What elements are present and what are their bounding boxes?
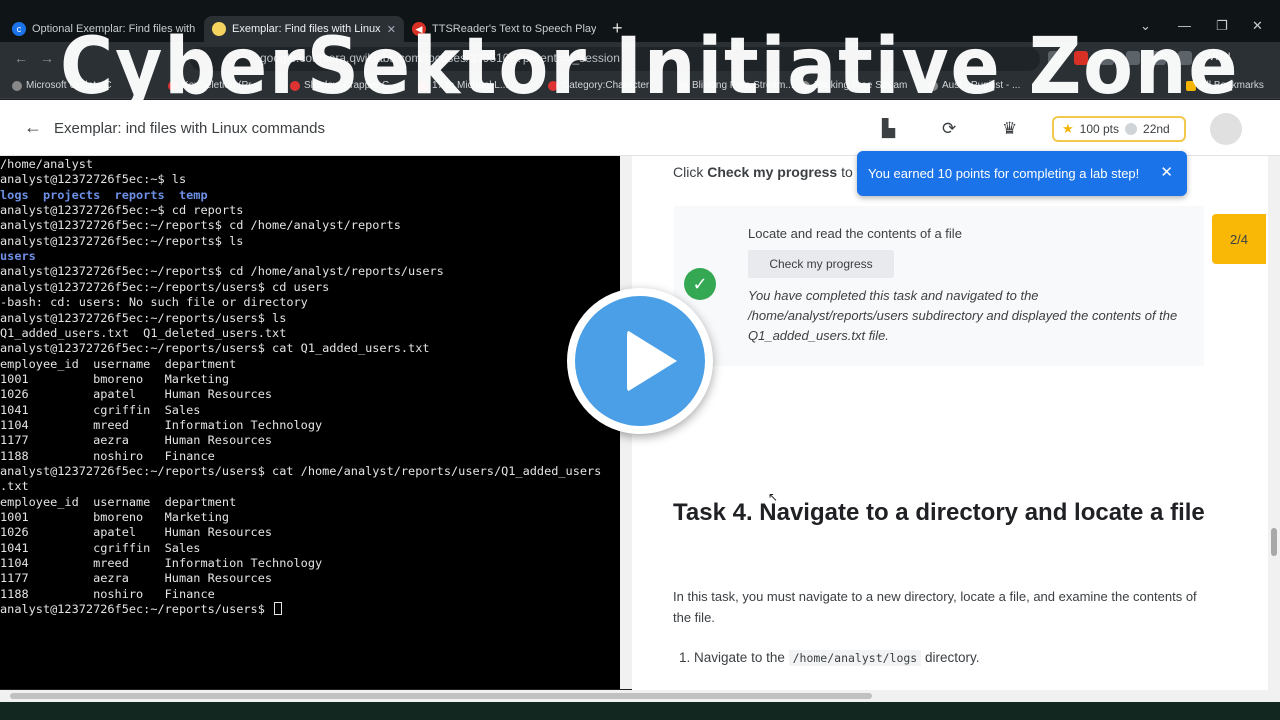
terminal-line: -bash: cd: users: No such file or direct… (0, 295, 308, 310)
close-icon[interactable]: ✕ (1160, 163, 1173, 181)
terminal-line: analyst@12372726f5ec:~/reports$ ls (0, 233, 244, 248)
points-badge[interactable]: ★ 100 pts 22nd (1052, 116, 1186, 142)
back-arrow-icon[interactable]: ← (24, 117, 42, 138)
star-icon: ★ (1062, 121, 1074, 136)
terminal-line: 1104 mreed Information Technology (0, 417, 323, 432)
terminal-line: analyst@12372726f5ec:~/reports/users$ (0, 602, 283, 617)
terminal-line: employee_id username department (0, 494, 237, 509)
scrollbar-thumb[interactable] (10, 693, 872, 699)
task-heading: Task 4. Navigate to a directory and loca… (673, 499, 1205, 526)
progress-card: ✓ Locate and read the contents of a file… (674, 206, 1204, 366)
coursera-icon: c (12, 22, 26, 36)
terminal-line: .txt (0, 479, 29, 494)
list-item: 1. Navigate to the /home/analyst/logs di… (679, 650, 980, 666)
rank-value: 22nd (1143, 122, 1170, 136)
overlay-watermark-title: CyberSektor Initiative Zone (60, 22, 1240, 112)
video-background-strip (0, 702, 1280, 720)
points-value: 100 pts (1079, 122, 1120, 136)
terminal-line: 1041 cgriffin Sales (0, 540, 201, 555)
terminal-line: 1001 bmoreno Marketing (0, 510, 230, 525)
avatar[interactable] (1210, 113, 1242, 145)
card-title: Locate and read the contents of a file (748, 226, 962, 241)
terminal-line: 1026 apatel Human Resources (0, 525, 273, 540)
terminal-line: analyst@12372726f5ec:~$ cd reports (0, 203, 244, 218)
lab-instructions-panel: Click Check my progress to ve ✓ Locate a… (632, 156, 1268, 690)
scrollbar-thumb[interactable] (1271, 528, 1277, 556)
lab-title: Exemplar: ind files with Linux commands (54, 120, 325, 137)
terminal-line: 1188 noshiro Finance (0, 448, 215, 463)
close-window-button[interactable]: ✕ (1252, 18, 1263, 34)
terminal-line: analyst@12372726f5ec:~/reports$ cd /home… (0, 264, 444, 279)
step-counter[interactable]: 2/4 (1212, 214, 1266, 264)
play-icon (627, 330, 677, 392)
click-instruction: Click Check my progress to ve (673, 164, 871, 180)
points-toast: You earned 10 points for completing a la… (857, 151, 1187, 196)
completion-message: You have completed this task and navigat… (748, 288, 1178, 343)
mouse-cursor-icon: ↖ (768, 490, 779, 504)
bookmark-icon (12, 80, 22, 91)
panel-scrollbar[interactable] (1268, 156, 1280, 690)
terminal-line: analyst@12372726f5ec:~$ ls (0, 172, 187, 187)
terminal-line: analyst@12372726f5ec:~/reports/users$ ca… (0, 341, 430, 356)
terminal-line: 1188 noshiro Finance (0, 586, 215, 601)
back-icon[interactable]: ← (14, 50, 28, 66)
trophy-icon[interactable]: ♛ (1002, 119, 1017, 139)
check-progress-button[interactable]: Check my progress (748, 250, 894, 278)
terminal[interactable]: /home/analyst analyst@12372726f5ec:~$ ls l… (0, 156, 620, 689)
play-circle (575, 296, 705, 426)
leaderboard-icon[interactable]: ▙ (882, 119, 895, 139)
help-icon[interactable]: ⟳ (942, 119, 956, 139)
terminal-line: employee_id username department (0, 356, 237, 371)
terminal-line: /home/analyst (0, 157, 94, 171)
toast-message: You earned 10 points for completing a la… (868, 166, 1140, 181)
terminal-line: analyst@12372726f5ec:~/reports/users$ ca… (0, 464, 602, 478)
checkmark-icon: ✓ (684, 268, 716, 300)
terminal-line: Q1_added_users.txt Q1_deleted_users.txt (0, 325, 287, 340)
terminal-line: analyst@12372726f5ec:~/reports$ cd /home… (0, 218, 401, 233)
terminal-line: 1177 aezra Human Resources (0, 433, 273, 448)
play-button[interactable] (567, 288, 713, 434)
terminal-line: users (0, 249, 36, 264)
terminal-line: 1001 bmoreno Marketing (0, 371, 230, 386)
terminal-line: 1177 aezra Human Resources (0, 571, 273, 586)
rank-icon (1125, 123, 1138, 135)
terminal-line: 1041 cgriffin Sales (0, 402, 201, 417)
terminal-line: analyst@12372726f5ec:~/reports/users$ ls (0, 310, 287, 325)
task-description: In this task, you must navigate to a new… (673, 589, 1197, 625)
terminal-cursor (274, 602, 283, 616)
terminal-line: logs projects reports temp (0, 187, 208, 202)
forward-icon[interactable]: → (40, 50, 54, 66)
terminal-line: 1104 mreed Information Technology (0, 556, 323, 571)
terminal-line: 1026 apatel Human Resources (0, 387, 273, 402)
code-path: /home/analyst/logs (788, 650, 922, 666)
terminal-line: analyst@12372726f5ec:~/reports/users$ cd… (0, 279, 330, 294)
horizontal-scrollbar[interactable] (0, 690, 1280, 702)
